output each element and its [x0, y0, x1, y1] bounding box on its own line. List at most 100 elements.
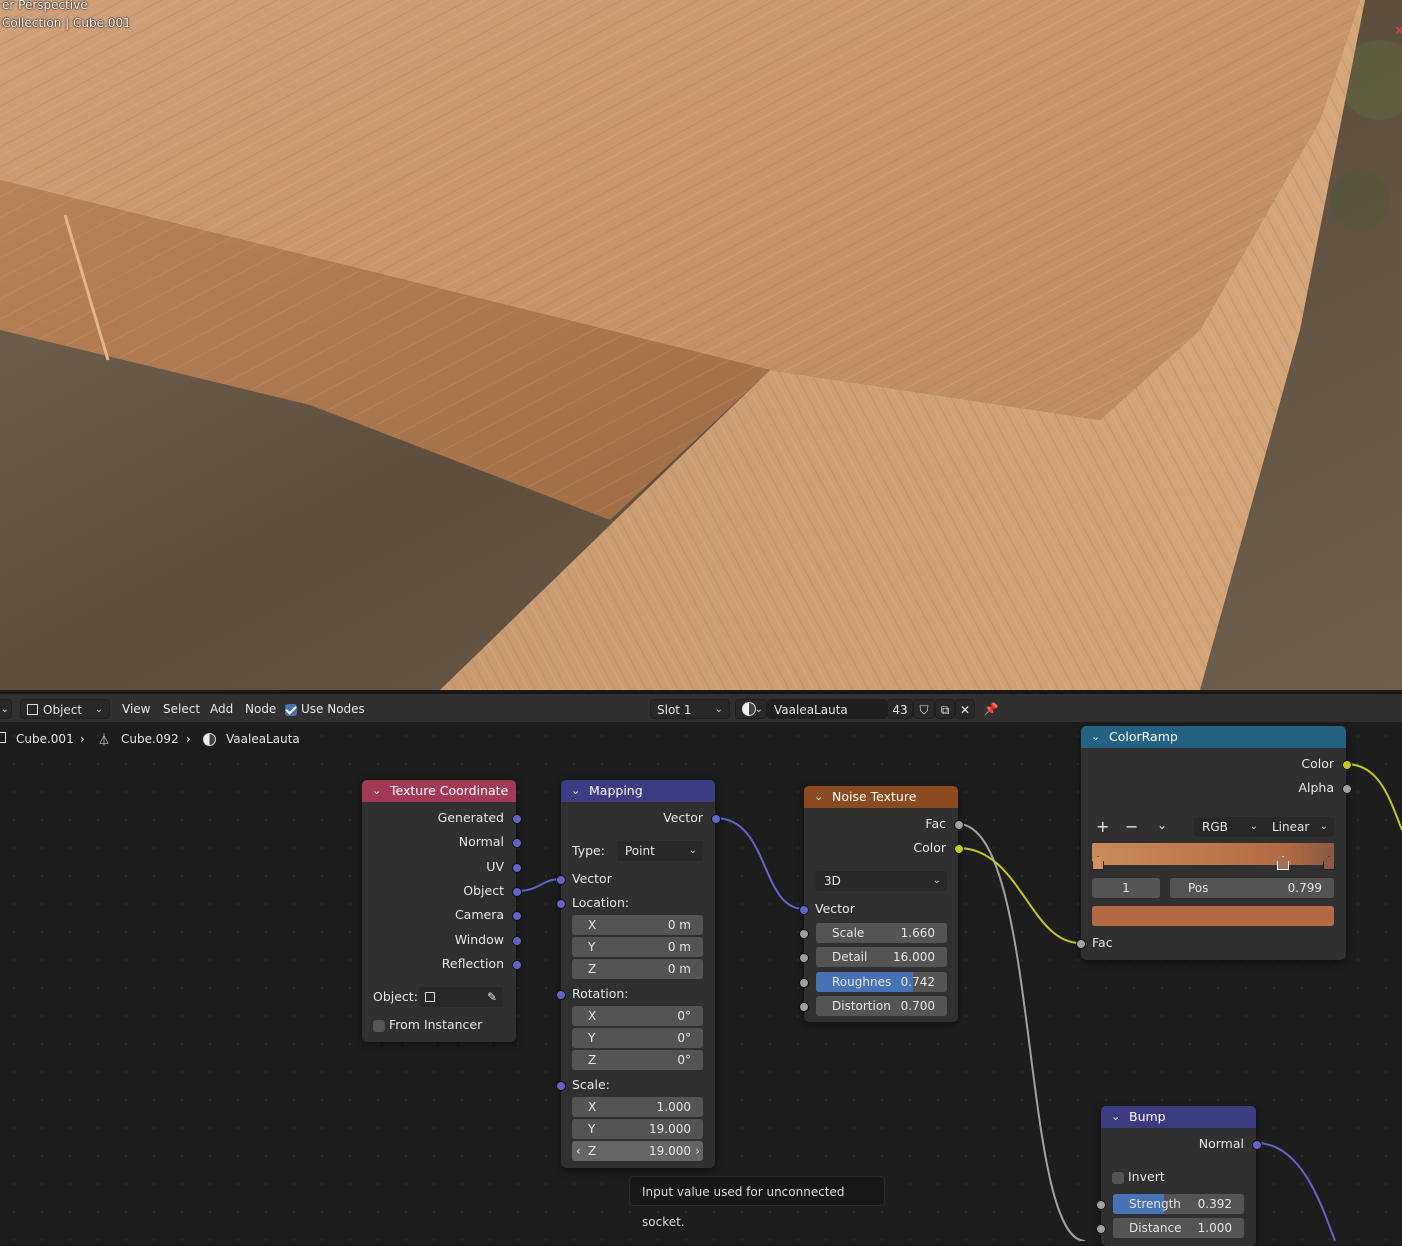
color-mode-dropdown[interactable]: RGB ⌄	[1194, 817, 1264, 837]
output-generated: Generated	[437, 810, 504, 825]
scale-z-field[interactable]: ‹ Z 19.000 ›	[572, 1141, 703, 1161]
socket-normal[interactable]	[512, 838, 522, 848]
socket-rotation[interactable]	[556, 990, 566, 1000]
menu-add[interactable]: Add	[210, 699, 233, 719]
decrement-arrow-icon[interactable]: ‹	[576, 1141, 581, 1161]
object-mode-icon	[27, 704, 38, 715]
object-picker-field[interactable]: ✎	[419, 987, 503, 1007]
unlink-x-icon[interactable]: ✕	[955, 699, 975, 719]
socket-vector-in[interactable]	[799, 905, 809, 915]
socket-color-out[interactable]	[1342, 760, 1352, 770]
roughness-slider[interactable]: Roughnes 0.742	[816, 972, 947, 992]
node-title: ColorRamp	[1109, 729, 1178, 744]
socket-uv[interactable]	[512, 863, 522, 873]
detail-field[interactable]: Detail 16.000	[816, 947, 947, 967]
socket-strength[interactable]	[1096, 1200, 1106, 1210]
scale-label: Scale:	[572, 1077, 610, 1092]
increment-arrow-icon[interactable]: ›	[695, 1141, 700, 1161]
noise-texture-node[interactable]: ⌄ Noise Texture Fac Color 3D ⌄ Vector Scal…	[799, 786, 964, 1022]
rotation-x-field[interactable]: X 0°	[572, 1006, 703, 1026]
invert-label: Invert	[1128, 1169, 1165, 1184]
dimensions-dropdown[interactable]: 3D ⌄	[815, 871, 947, 891]
socket-scale[interactable]	[556, 1081, 566, 1091]
tooltip: Input value used for unconnected socket.	[629, 1176, 885, 1229]
socket-location[interactable]	[556, 899, 566, 909]
node-title-bar[interactable]: ⌄ Bump	[1101, 1106, 1256, 1128]
socket-camera[interactable]	[512, 911, 522, 921]
material-browse-button[interactable]: ⌄	[735, 699, 767, 719]
socket-scale[interactable]	[799, 929, 809, 939]
socket-reflection[interactable]	[512, 960, 522, 970]
slot-dropdown[interactable]: Slot 1 ⌄	[650, 699, 730, 719]
location-z-field[interactable]: Z0 m	[572, 959, 703, 979]
socket-object[interactable]	[512, 887, 522, 897]
view-perspective-label: er Perspective	[2, 0, 88, 12]
node-title-bar[interactable]: ⌄ ColorRamp	[1081, 726, 1346, 748]
chevron-down-icon[interactable]: ⌄	[1157, 818, 1167, 832]
menu-select[interactable]: Select	[163, 699, 200, 719]
material-name-field[interactable]: VaaleaLauta	[767, 699, 887, 719]
bump-node[interactable]: ⌄ Bump Normal Invert Strength 0.392 Distan…	[1096, 1106, 1262, 1246]
stop-position-field[interactable]: Pos 0.799	[1170, 878, 1334, 898]
location-y-field[interactable]: Y0 m	[572, 937, 703, 957]
rotation-z-field[interactable]: Z 0°	[572, 1050, 703, 1070]
3d-viewport[interactable]: er Perspective Collection | Cube.001 ✕	[0, 0, 1402, 690]
object-mode-dropdown[interactable]: Object ⌄	[20, 699, 110, 719]
texture-coordinate-node[interactable]: ⌄ Texture Coordinate Generated Normal UV …	[362, 780, 522, 1042]
scale-x-field[interactable]: X 1.000	[572, 1097, 703, 1117]
stop-color-swatch[interactable]	[1092, 906, 1334, 926]
eyedropper-icon[interactable]: ✎	[487, 987, 497, 1007]
socket-normal-out[interactable]	[1252, 1140, 1262, 1150]
scale-field[interactable]: Scale 1.660	[816, 923, 947, 943]
socket-distance[interactable]	[1096, 1224, 1106, 1234]
node-title-bar[interactable]: ⌄ Noise Texture	[804, 786, 958, 808]
close-icon[interactable]: ✕	[1394, 24, 1402, 40]
object-mode-label: Object	[43, 703, 83, 717]
color-ramp-gradient[interactable]	[1092, 843, 1334, 865]
rotation-y-field[interactable]: Y 0°	[572, 1028, 703, 1048]
socket-alpha-out[interactable]	[1342, 784, 1352, 794]
vector-input-label: Vector	[572, 871, 612, 886]
colorramp-node[interactable]: ⌄ ColorRamp Color Alpha + − ⌄ RGB ⌄ Linear…	[1076, 726, 1352, 960]
distortion-field[interactable]: Distortion 0.700	[816, 996, 947, 1016]
editor-type-dropdown[interactable]: ⌄	[0, 699, 12, 719]
menu-view[interactable]: View	[122, 699, 150, 719]
socket-distortion[interactable]	[799, 1002, 809, 1012]
invert-toggle[interactable]: Invert	[1112, 1169, 1165, 1184]
minus-icon[interactable]: −	[1125, 817, 1138, 836]
socket-fac-in[interactable]	[1076, 939, 1086, 949]
use-nodes-toggle[interactable]: Use Nodes	[285, 699, 365, 719]
checkbox-icon	[1112, 1171, 1124, 1184]
plus-icon[interactable]: +	[1096, 817, 1109, 836]
socket-vector-out[interactable]	[711, 814, 721, 824]
user-count[interactable]: 43	[887, 699, 913, 719]
location-x-field[interactable]: X0 m	[572, 915, 703, 935]
mapping-node[interactable]: ⌄ Mapping Vector Type: Point ⌄ Vector Loca…	[556, 780, 721, 1168]
output-alpha: Alpha	[1298, 780, 1334, 795]
menu-node[interactable]: Node	[245, 699, 276, 719]
socket-vector-in[interactable]	[556, 875, 566, 885]
fake-user-shield-icon[interactable]: ⛉	[913, 699, 935, 719]
socket-fac-out[interactable]	[954, 820, 964, 830]
socket-generated[interactable]	[512, 814, 522, 824]
from-instancer-toggle[interactable]: From Instancer	[373, 1017, 482, 1032]
node-title-bar[interactable]: ⌄ Texture Coordinate	[362, 780, 516, 802]
node-title-bar[interactable]: ⌄ Mapping	[561, 780, 715, 802]
stop-index-field[interactable]: 1	[1092, 878, 1160, 898]
type-dropdown[interactable]: Point ⌄	[617, 841, 703, 861]
socket-color-out[interactable]	[954, 844, 964, 854]
duplicate-icon[interactable]: ⧉	[935, 699, 955, 719]
strength-slider[interactable]: Strength 0.392	[1113, 1194, 1244, 1214]
socket-window[interactable]	[512, 936, 522, 946]
pin-icon[interactable]: 📌	[982, 699, 1000, 719]
socket-detail[interactable]	[799, 953, 809, 963]
socket-roughness[interactable]	[799, 978, 809, 988]
chevron-down-icon: ⌄	[1091, 730, 1101, 743]
rotation-label: Rotation:	[572, 986, 629, 1001]
scale-y-field[interactable]: Y 19.000	[572, 1119, 703, 1139]
interpolation-dropdown[interactable]: Linear ⌄	[1264, 817, 1334, 837]
collection-label: Collection | Cube.001	[2, 16, 131, 30]
distance-field[interactable]: Distance 1.000	[1113, 1218, 1244, 1238]
location-label: Location:	[572, 895, 630, 910]
object-field-label: Object:	[373, 989, 418, 1004]
